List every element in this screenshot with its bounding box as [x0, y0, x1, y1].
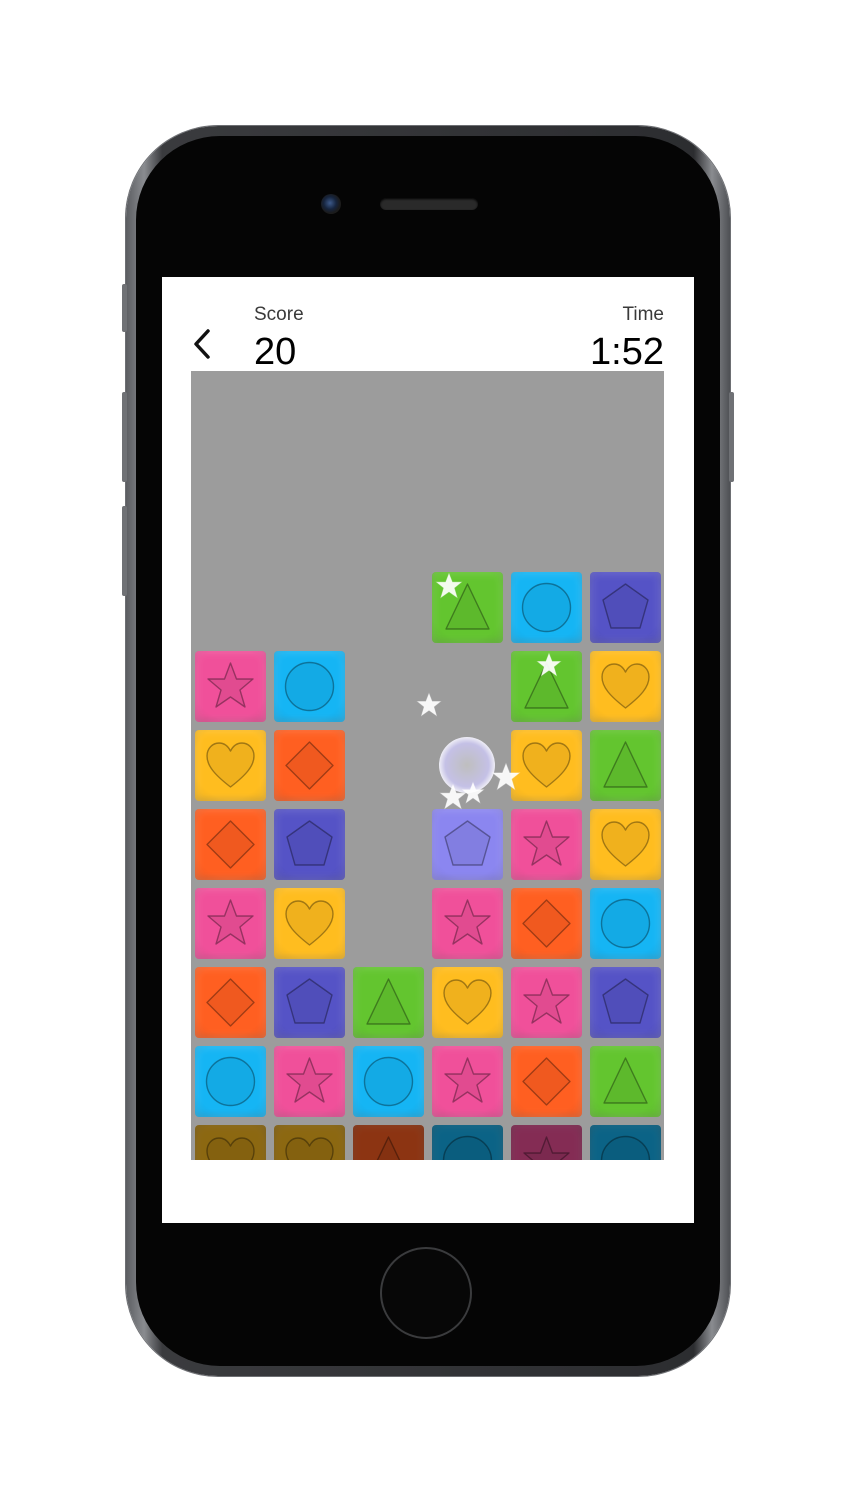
star-sparkle-icon [536, 652, 562, 677]
tile-yellow-heart[interactable] [195, 730, 266, 801]
pentagon-icon [602, 583, 649, 629]
star-icon [523, 978, 570, 1024]
heart-icon [206, 1137, 255, 1160]
star-sparkle-icon [491, 762, 521, 791]
star-sparkle-icon [461, 781, 485, 804]
tile-pink-star[interactable] [274, 1046, 345, 1117]
tile-indigo-pentagon[interactable] [274, 809, 345, 880]
score-label: Score [254, 304, 304, 325]
heart-icon [285, 1137, 334, 1160]
tile-indigo-pentagon[interactable] [590, 572, 661, 643]
heart-icon [601, 821, 650, 867]
triangle-icon [366, 978, 411, 1025]
tile-indigo-pentagon[interactable] [590, 967, 661, 1038]
game-screen: Score 20 Time 1:52 [162, 277, 694, 1223]
star-icon [523, 1136, 570, 1160]
chevron-left-icon [194, 329, 210, 359]
front-camera [321, 194, 341, 214]
diamond-icon [522, 899, 571, 948]
power-button [729, 392, 734, 482]
diamond-icon [206, 820, 255, 869]
tile-lavender-pentagon[interactable] [432, 809, 503, 880]
tile-cyan-circle[interactable] [353, 1046, 424, 1117]
volume-up-button [122, 392, 127, 482]
tile-orange-diamond[interactable] [195, 967, 266, 1038]
tile-indigo-pentagon[interactable] [274, 967, 345, 1038]
star-icon [523, 820, 570, 866]
circle-icon [442, 1135, 493, 1160]
circle-icon [521, 582, 572, 633]
circle-icon [600, 1135, 651, 1160]
tile-green-triangle[interactable] [590, 730, 661, 801]
mute-switch [122, 284, 127, 332]
tile-cyan-circle[interactable] [274, 651, 345, 722]
time-value: 1:52 [590, 331, 664, 373]
star-icon [444, 1057, 491, 1103]
triangle-icon [603, 1057, 648, 1104]
earpiece-speaker [380, 198, 478, 210]
heart-icon [285, 900, 334, 946]
tile-yellow-heart[interactable] [590, 809, 661, 880]
pentagon-icon [286, 978, 333, 1024]
tile-yellow-heart[interactable] [432, 967, 503, 1038]
tile-orange-triangle[interactable] [353, 1125, 424, 1160]
back-button[interactable] [188, 324, 220, 364]
pentagon-icon [602, 978, 649, 1024]
pentagon-icon [286, 820, 333, 866]
tile-green-triangle[interactable] [353, 967, 424, 1038]
tile-pink-star[interactable] [195, 651, 266, 722]
triangle-icon [376, 1136, 401, 1160]
tile-pink-star[interactable] [432, 888, 503, 959]
circle-icon [363, 1056, 414, 1107]
pentagon-icon [444, 820, 491, 866]
star-icon [207, 662, 254, 708]
tile-orange-diamond[interactable] [511, 888, 582, 959]
heart-icon [443, 979, 492, 1025]
tile-yellow-heart[interactable] [195, 1125, 266, 1160]
tile-yellow-heart[interactable] [274, 888, 345, 959]
diamond-icon [285, 741, 334, 790]
star-icon [286, 1057, 333, 1103]
star-sparkle-icon [435, 572, 463, 599]
triangle-icon [603, 741, 648, 788]
tile-orange-diamond[interactable] [511, 1046, 582, 1117]
tile-pink-star[interactable] [195, 888, 266, 959]
tile-orange-diamond[interactable] [195, 809, 266, 880]
time-label: Time [622, 304, 664, 325]
tile-cyan-circle[interactable] [511, 572, 582, 643]
star-icon [207, 899, 254, 945]
tile-cyan-circle[interactable] [590, 888, 661, 959]
tile-green-triangle[interactable] [590, 1046, 661, 1117]
tile-yellow-heart[interactable] [274, 1125, 345, 1160]
star-icon [444, 899, 491, 945]
tile-pink-star[interactable] [511, 967, 582, 1038]
tile-cyan-circle[interactable] [590, 1125, 661, 1160]
tile-pink-star[interactable] [432, 1046, 503, 1117]
tile-cyan-circle[interactable] [432, 1125, 503, 1160]
diamond-icon [522, 1057, 571, 1106]
heart-icon [522, 742, 571, 788]
circle-icon [600, 898, 651, 949]
heart-icon [206, 742, 255, 788]
tile-yellow-heart[interactable] [590, 651, 661, 722]
diamond-icon [206, 978, 255, 1027]
heart-icon [601, 663, 650, 709]
tile-pink-star[interactable] [511, 809, 582, 880]
home-button[interactable] [380, 1247, 472, 1339]
volume-down-button [122, 506, 127, 596]
tile-pink-star[interactable] [511, 1125, 582, 1160]
tile-orange-diamond[interactable] [274, 730, 345, 801]
tile-cyan-circle[interactable] [195, 1046, 266, 1117]
tile-yellow-heart[interactable] [511, 730, 582, 801]
score-value: 20 [254, 331, 297, 373]
star-sparkle-icon [416, 692, 442, 717]
circle-icon [284, 661, 335, 712]
circle-icon [205, 1056, 256, 1107]
game-board[interactable] [191, 371, 664, 1160]
